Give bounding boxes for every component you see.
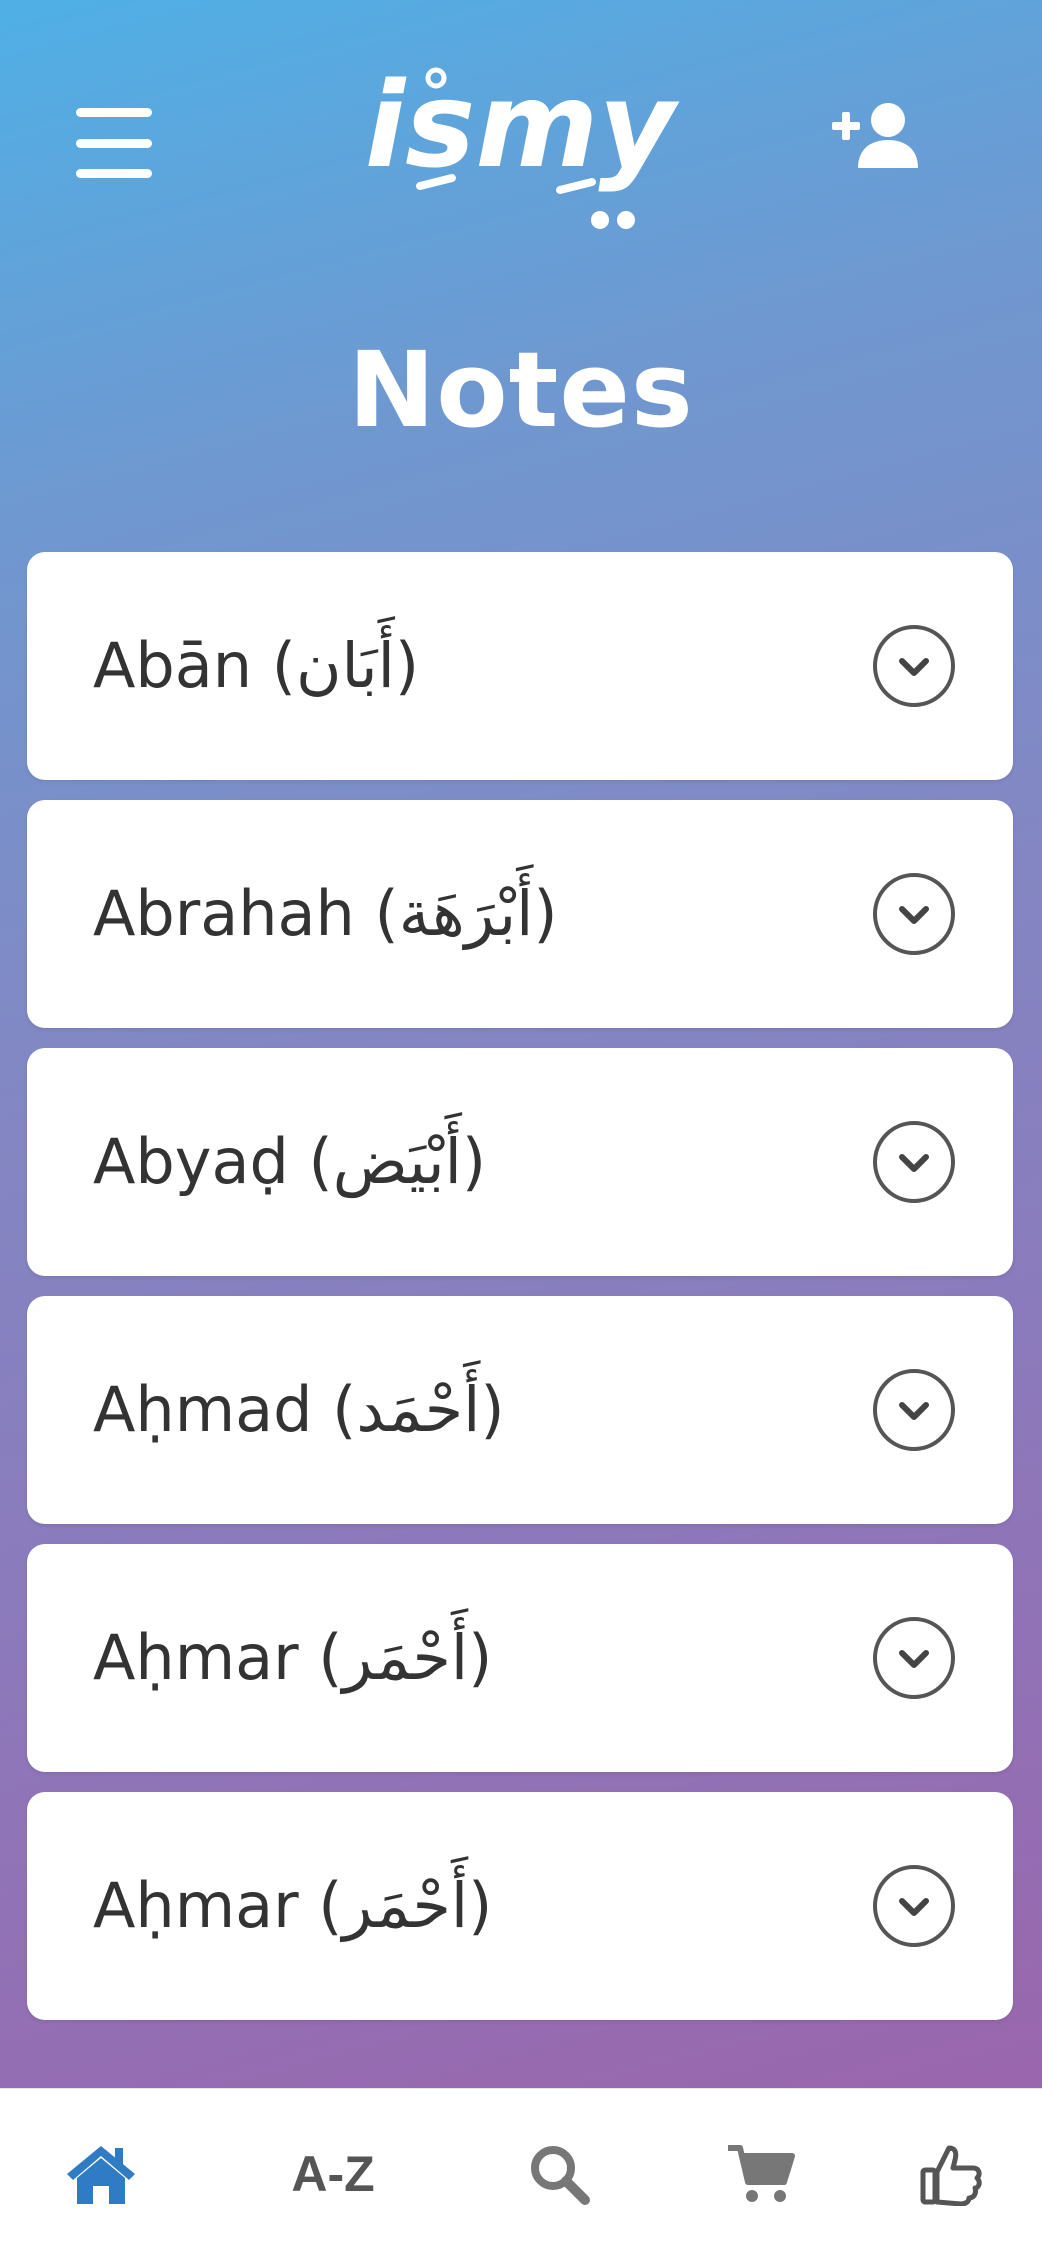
note-label: Aḥmar (أَحْمَر) (93, 1869, 493, 1942)
note-label: Abrahah (أَبْرَهَة) (93, 877, 558, 950)
cart-icon (728, 2145, 795, 2202)
nav-a-z-label: A-Z (291, 2146, 375, 2202)
note-label: Aḥmar (أَحْمَر) (93, 1621, 493, 1694)
nav-like[interactable] (896, 2119, 1006, 2229)
expand-button[interactable] (872, 872, 956, 956)
add-user-icon (832, 103, 918, 168)
nav-home[interactable] (46, 2119, 156, 2229)
page-title: Notes (348, 329, 694, 451)
notes-list: Abān (أَبَان) Abrahah (أَبْرَهَة) Abyaḍ … (27, 552, 1013, 2040)
expand-button[interactable] (872, 624, 956, 708)
hamburger-menu-icon (76, 108, 152, 117)
expand-button[interactable] (872, 1864, 956, 1948)
app-screen: ismy Notes Abān (أَبَان) Abrahah (أَبْرَ… (0, 0, 1042, 2256)
ismy-logo: ismy (365, 56, 680, 229)
search-icon (531, 2146, 590, 2205)
add-user-button[interactable] (832, 100, 924, 180)
nav-cart[interactable] (706, 2119, 816, 2229)
thumbs-up-icon (920, 2145, 982, 2206)
note-label: Abyaḍ (أَبْيَض) (93, 1125, 487, 1198)
hamburger-menu-icon-bar (76, 138, 152, 148)
menu-button[interactable] (76, 108, 166, 178)
note-item[interactable]: Aḥmar (أَحْمَر) (27, 1792, 1013, 2020)
expand-button[interactable] (872, 1368, 956, 1452)
nav-search[interactable] (504, 2119, 614, 2229)
bottom-navigation: A-Z (0, 2088, 1042, 2256)
note-item[interactable]: Abyaḍ (أَبْيَض) (27, 1048, 1013, 1276)
chevron-down-icon (899, 1898, 929, 1916)
note-label: Abān (أَبَان) (93, 629, 420, 702)
note-item[interactable]: Aḥmar (أَحْمَر) (27, 1544, 1013, 1772)
nav-a-z[interactable]: A-Z (278, 2119, 388, 2229)
chevron-down-icon (899, 906, 929, 924)
logo-dot (617, 211, 635, 229)
note-item[interactable]: Abān (أَبَان) (27, 552, 1013, 780)
chevron-down-icon (899, 1402, 929, 1420)
expand-button[interactable] (872, 1120, 956, 1204)
chevron-down-icon (899, 658, 929, 676)
note-item[interactable]: Abrahah (أَبْرَهَة) (27, 800, 1013, 1028)
logo-dot (591, 211, 609, 229)
note-item[interactable]: Aḥmad (أَحْمَد) (27, 1296, 1013, 1524)
logo-text: ismy (365, 56, 680, 194)
chevron-down-icon (899, 1650, 929, 1668)
note-label: Aḥmad (أَحْمَد) (93, 1373, 505, 1446)
chevron-down-icon (899, 1154, 929, 1172)
home-icon (67, 2146, 135, 2204)
expand-button[interactable] (872, 1616, 956, 1700)
hamburger-menu-icon-bar (76, 169, 152, 178)
